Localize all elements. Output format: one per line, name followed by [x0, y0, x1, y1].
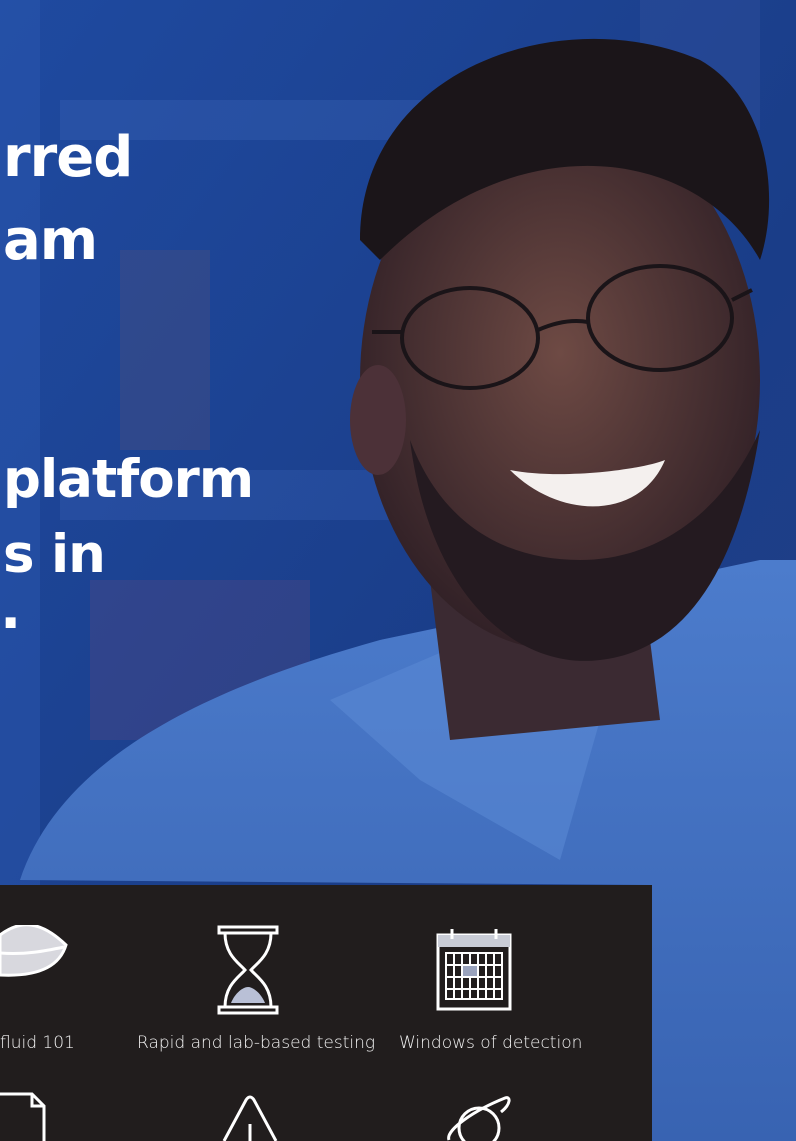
calendar-icon — [436, 929, 512, 1011]
feature-warning[interactable] — [222, 1090, 282, 1141]
headline-line-2: am — [3, 208, 98, 273]
hourglass-icon — [217, 925, 279, 1015]
feature-oral-fluid[interactable]: fluid 101 — [0, 885, 120, 1065]
features-panel: fluid 101 Rapid and lab-based testing Wi… — [0, 885, 652, 1141]
headline-line-1: rred — [3, 125, 133, 190]
headline-line-5: . — [0, 577, 21, 642]
feature-label: Windows of detection — [399, 1033, 583, 1053]
feature-document[interactable] — [0, 1090, 60, 1141]
feature-label: Rapid and lab-based testing — [137, 1033, 376, 1053]
headline-line-4: s in — [3, 524, 106, 585]
lips-icon — [0, 925, 68, 977]
feature-planet[interactable] — [445, 1090, 515, 1141]
feature-rapid-lab-testing[interactable]: Rapid and lab-based testing — [130, 885, 375, 1065]
feature-windows-of-detection[interactable]: Windows of detection — [395, 885, 595, 1065]
planet-icon — [447, 1096, 511, 1141]
feature-label: fluid 101 — [0, 1033, 75, 1053]
document-icon — [0, 1092, 46, 1141]
headline-line-3: platform — [3, 449, 254, 510]
warning-icon — [222, 1095, 278, 1141]
